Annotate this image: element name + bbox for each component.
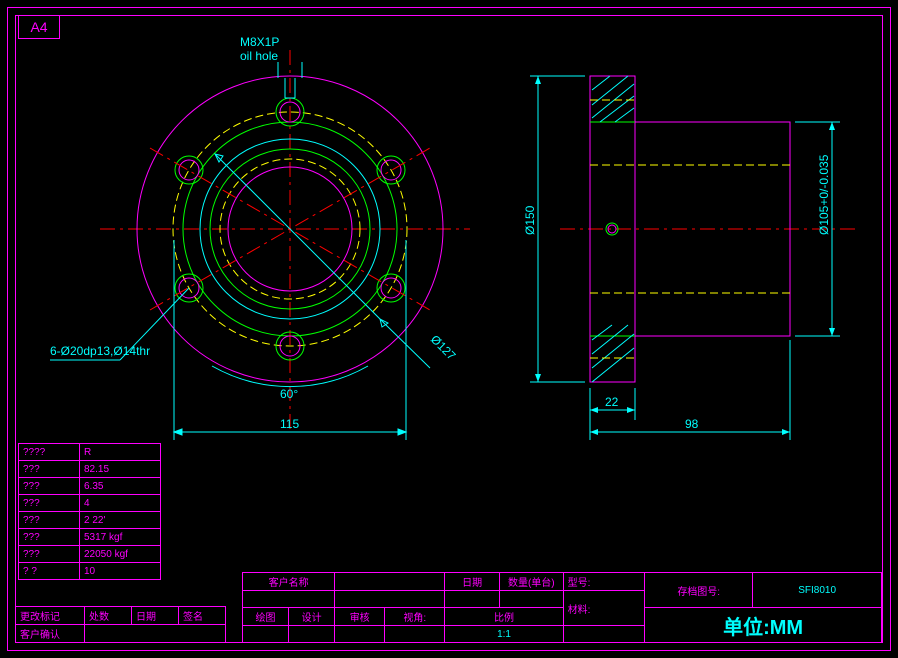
oil-hole-label-1: M8X1P: [240, 35, 279, 49]
revision-table: 更改标记处数日期签名 客户确认: [15, 606, 226, 643]
dim-60deg: 60°: [280, 387, 298, 401]
bolt-pattern-label: 6-Ø20dp13,Ø14thr: [50, 344, 150, 358]
dim-115: 115: [280, 417, 299, 431]
dim-22: 22: [605, 395, 619, 409]
dim-127: Ø127: [428, 332, 459, 363]
oil-hole-label-2: oil hole: [240, 49, 278, 63]
spec-table: ????R ???82.15 ???6.35 ???4 ???2 22' ???…: [18, 443, 161, 580]
title-block: 客户名称 日期 数量(单台) 型号: 存档图号: SFI8010 材料: 绘图 …: [242, 572, 882, 643]
dim-105: Ø105+0/-0.035: [817, 154, 831, 235]
unit-label: 单位:MM: [723, 617, 803, 639]
dim-98: 98: [685, 417, 699, 431]
dim-150: Ø150: [523, 205, 537, 235]
drawing-canvas: A4 M8X1P oil hole 6-Ø20dp13,Ø14thr: [0, 0, 898, 658]
